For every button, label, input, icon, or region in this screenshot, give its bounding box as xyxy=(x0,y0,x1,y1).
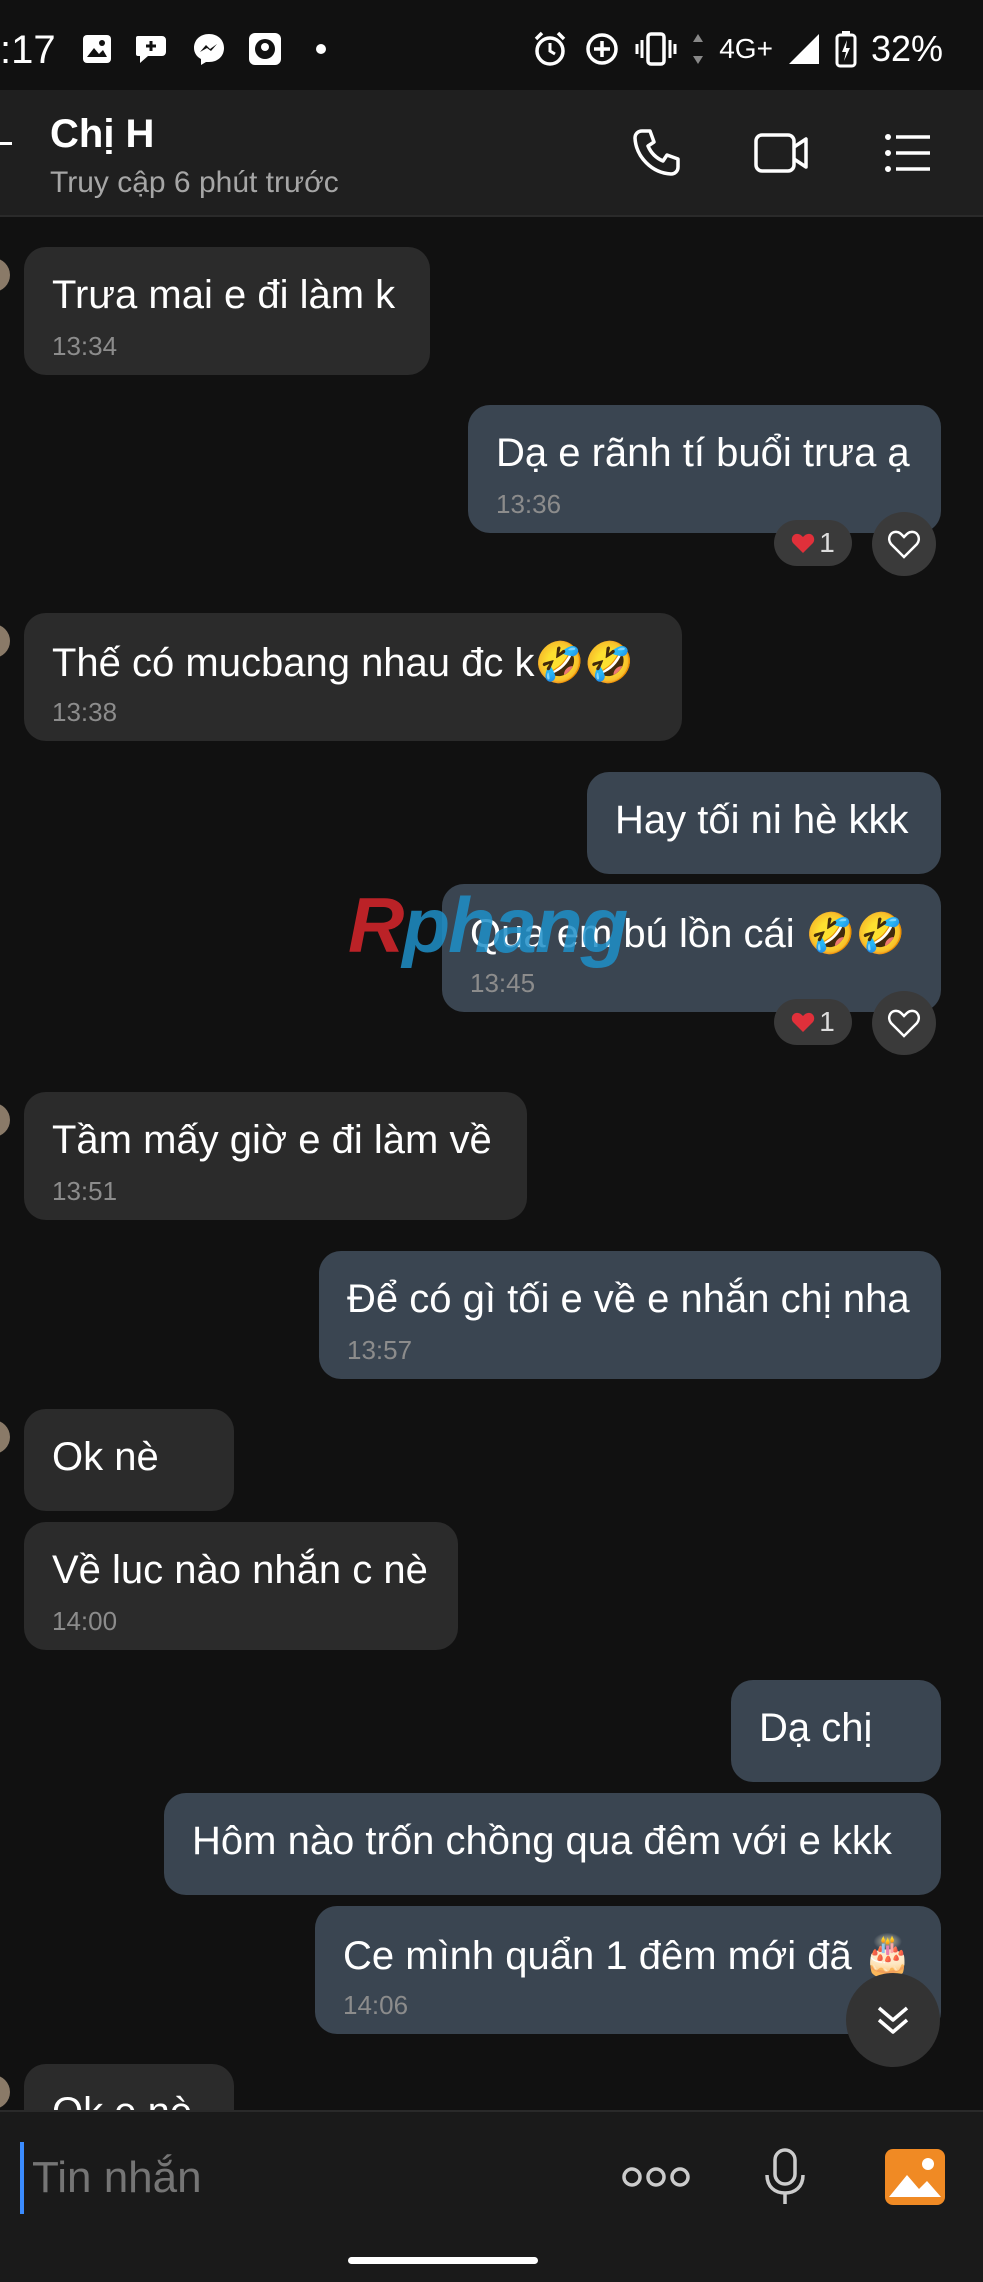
message-outgoing[interactable]: Hôm nào trốn chồng qua đêm với e kkk xyxy=(164,1793,941,1895)
video-call-button[interactable] xyxy=(752,125,808,181)
message-text: Về luc nào nhắn c nè xyxy=(52,1548,428,1592)
last-seen: Truy cập 6 phút trước xyxy=(50,166,339,199)
message-time: 13:51 xyxy=(52,1176,118,1206)
voice-record-button[interactable] xyxy=(760,2147,810,2207)
message-outgoing[interactable]: Dạ e rãnh tí buổi trưa ạ 13:36 xyxy=(468,405,941,533)
alarm-icon xyxy=(534,31,566,66)
message-time: 13:36 xyxy=(496,489,562,519)
battery-level: 32% xyxy=(870,28,943,69)
avatar[interactable] xyxy=(0,258,10,292)
image-icon xyxy=(78,30,116,68)
message-incoming[interactable]: Ok nè xyxy=(24,1409,234,1511)
gallery-icon xyxy=(885,2149,945,2205)
react-heart-button[interactable] xyxy=(872,991,936,1055)
signal-icon xyxy=(788,34,819,64)
message-text: Hay tối ni hè kkk xyxy=(615,798,909,842)
chat-add-icon xyxy=(134,30,172,68)
notification-icons xyxy=(78,30,340,68)
phone-call-button[interactable] xyxy=(628,125,684,181)
message-text: Ok e nè xyxy=(52,2090,192,2110)
home-indicator[interactable] xyxy=(348,2257,538,2264)
status-bar: :17 4G+ 32% xyxy=(0,0,983,90)
message-outgoing[interactable]: Để có gì tối e về e nhắn chị nha 13:57 xyxy=(319,1251,941,1379)
list-menu-icon xyxy=(885,134,930,172)
message-text: Tầm mấy giờ e đi làm về xyxy=(52,1118,492,1162)
message-incoming[interactable]: Thế có mucbang nhau đc k🤣🤣 13:38 xyxy=(24,613,682,741)
messenger-icon xyxy=(190,30,228,68)
message-time: 13:45 xyxy=(470,968,536,998)
avatar[interactable] xyxy=(0,1103,10,1137)
message-time: 14:00 xyxy=(52,1606,118,1636)
back-arrow-icon[interactable] xyxy=(0,142,12,145)
more-dots-icon xyxy=(622,2167,690,2187)
options-menu-button[interactable] xyxy=(880,125,936,181)
message-time: 14:06 xyxy=(343,1990,409,2020)
message-incoming[interactable]: Trưa mai e đi làm k 13:34 xyxy=(24,247,430,375)
message-text: Dạ chị xyxy=(759,1706,873,1750)
avatar[interactable] xyxy=(0,1420,10,1454)
heart-icon xyxy=(792,1012,815,1032)
message-input[interactable] xyxy=(20,2142,594,2214)
heart-outline-icon xyxy=(888,1009,920,1038)
message-text: Ce mình quẩn 1 đêm mới đã 🎂 xyxy=(343,1934,913,1978)
message-text: Hôm nào trốn chồng qua đêm với e kkk xyxy=(192,1819,892,1863)
heart-icon xyxy=(792,533,815,553)
watermark-logo: Rphang xyxy=(348,881,628,969)
network-type: 4G+ xyxy=(719,33,773,64)
message-incoming[interactable]: Về luc nào nhắn c nè 14:00 xyxy=(24,1522,458,1650)
message-time: 13:57 xyxy=(347,1335,413,1365)
message-outgoing[interactable]: Hay tối ni hè kkk xyxy=(587,772,941,874)
heart-outline-icon xyxy=(888,530,920,559)
message-outgoing[interactable]: Dạ chị xyxy=(731,1680,941,1782)
battery-icon xyxy=(835,31,857,68)
message-text: Thế có mucbang nhau đc k🤣🤣 xyxy=(52,641,635,685)
scroll-to-bottom-button[interactable] xyxy=(846,1973,940,2067)
reaction-badge[interactable]: 1 xyxy=(774,520,852,566)
data-saver-icon xyxy=(586,33,618,65)
react-heart-button[interactable] xyxy=(872,512,936,576)
message-text: Ok nè xyxy=(52,1435,159,1479)
message-text: Trưa mai e đi làm k xyxy=(52,273,396,317)
chat-header: Chị H Truy cập 6 phút trước xyxy=(0,90,983,217)
chat-thread[interactable]: Trưa mai e đi làm k 13:34 Dạ e rãnh tí b… xyxy=(0,217,983,2110)
double-chevron-down-icon xyxy=(877,2006,909,2034)
gallery-button[interactable] xyxy=(882,2147,948,2207)
status-time: :17 xyxy=(0,28,56,72)
reaction-count: 1 xyxy=(819,1006,835,1037)
reaction-count: 1 xyxy=(819,527,835,558)
system-status: 4G+ 32% xyxy=(531,28,943,70)
message-time: 13:38 xyxy=(52,697,118,727)
app-icon xyxy=(246,30,284,68)
message-incoming[interactable]: Tầm mấy giờ e đi làm về 13:51 xyxy=(24,1092,527,1220)
avatar[interactable] xyxy=(0,624,10,658)
message-time: 13:34 xyxy=(52,331,118,361)
message-text: Để có gì tối e về e nhắn chị nha xyxy=(347,1277,910,1321)
message-incoming[interactable]: Ok e nè xyxy=(24,2064,234,2110)
reaction-badge[interactable]: 1 xyxy=(774,999,852,1045)
dot-icon xyxy=(302,30,340,68)
video-camera-icon xyxy=(754,133,808,173)
data-arrows-icon xyxy=(693,34,704,64)
microphone-icon xyxy=(765,2148,805,2204)
message-text: Dạ e rãnh tí buổi trưa ạ xyxy=(496,431,910,475)
vibrate-icon xyxy=(635,32,677,66)
avatar[interactable] xyxy=(0,2075,10,2109)
more-options-button[interactable] xyxy=(618,2147,694,2207)
contact-name[interactable]: Chị H xyxy=(50,112,154,157)
phone-icon xyxy=(633,129,680,176)
